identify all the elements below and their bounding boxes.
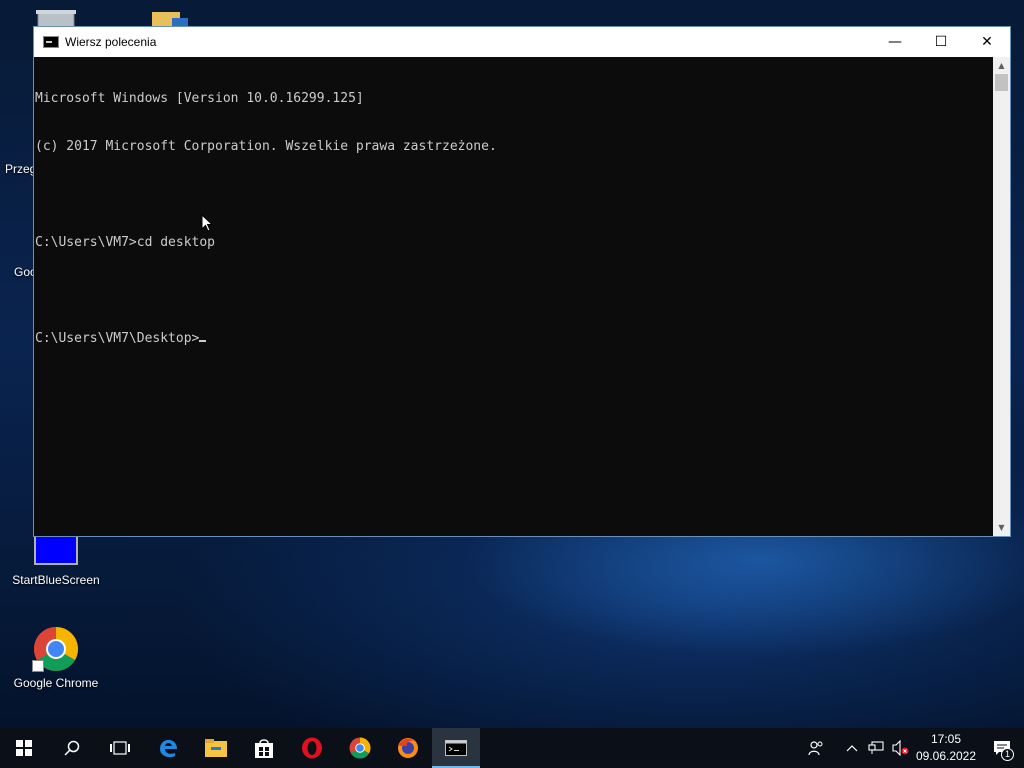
network-icon[interactable]: [864, 728, 888, 768]
chrome-icon: [349, 737, 371, 759]
notification-badge: 1: [1001, 748, 1014, 761]
clock[interactable]: 17:05 09.06.2022: [912, 731, 980, 765]
window-title: Wiersz polecenia: [65, 35, 157, 49]
taskbar-file-explorer[interactable]: [192, 728, 240, 768]
command-prompt-window[interactable]: Wiersz polecenia — ☐ ✕ Microsoft Windows…: [33, 26, 1011, 537]
taskbar: 17:05 09.06.2022 1: [0, 728, 1024, 768]
chevron-up-icon[interactable]: [840, 728, 864, 768]
desktop-icon-label-partial[interactable]: Przeg: [5, 162, 36, 176]
scroll-thumb[interactable]: [995, 74, 1008, 91]
console-line: Microsoft Windows [Version 10.0.16299.12…: [35, 91, 364, 106]
clock-date: 09.06.2022: [915, 749, 977, 763]
text-cursor: [199, 340, 207, 342]
taskbar-chrome[interactable]: [336, 728, 384, 768]
taskbar-store[interactable]: [240, 728, 288, 768]
console-output[interactable]: Microsoft Windows [Version 10.0.16299.12…: [34, 57, 995, 536]
taskbar-opera[interactable]: [288, 728, 336, 768]
command-prompt-icon: [445, 740, 467, 756]
window-controls: — ☐ ✕: [872, 27, 1010, 57]
console-prompt: C:\Users\VM7\Desktop>: [35, 331, 200, 346]
command-prompt-icon: [43, 36, 59, 48]
task-view-button[interactable]: [96, 728, 144, 768]
start-button[interactable]: [0, 728, 48, 768]
maximize-button[interactable]: ☐: [918, 27, 964, 57]
store-icon: [255, 739, 273, 758]
console-line: C:\Users\VM7>cd desktop: [35, 235, 216, 250]
taskbar-firefox[interactable]: [384, 728, 432, 768]
search-button[interactable]: [48, 728, 96, 768]
shortcut-arrow-icon: [32, 660, 44, 672]
firefox-icon: [398, 738, 418, 758]
search-icon: [64, 740, 80, 756]
console-prompt-line[interactable]: C:\Users\VM7\Desktop>: [35, 331, 995, 347]
close-button[interactable]: ✕: [964, 27, 1010, 57]
system-tray: 17:05 09.06.2022 1: [804, 728, 1024, 768]
scroll-down-arrow-icon[interactable]: ▼: [993, 519, 1010, 536]
edge-icon: [160, 739, 177, 758]
shortcut-label: StartBlueScreen: [12, 573, 100, 587]
recycle-bin-icon[interactable]: [36, 8, 76, 29]
action-center-button[interactable]: 1: [980, 728, 1024, 768]
taskbar-edge[interactable]: [144, 728, 192, 768]
startbluescreen-shortcut[interactable]: StartBlueScreen: [10, 535, 102, 587]
scroll-up-arrow-icon[interactable]: ▲: [993, 57, 1010, 74]
windows-logo-icon: [16, 740, 32, 756]
google-chrome-shortcut[interactable]: Google Chrome: [10, 626, 102, 690]
file-explorer-icon: [205, 739, 227, 757]
shortcut-label: Google Chrome: [13, 676, 99, 690]
folder-icon[interactable]: [152, 10, 188, 26]
console-line: (c) 2017 Microsoft Corporation. Wszelkie…: [35, 139, 497, 154]
people-icon[interactable]: [804, 728, 828, 768]
title-bar[interactable]: Wiersz polecenia — ☐ ✕: [34, 27, 1010, 57]
task-view-icon: [110, 741, 130, 755]
vertical-scrollbar[interactable]: ▲ ▼: [993, 57, 1010, 536]
mouse-pointer-icon: [201, 214, 213, 232]
volume-muted-icon[interactable]: [888, 728, 912, 768]
blue-square-icon: [34, 535, 78, 565]
clock-time: 17:05: [930, 732, 962, 746]
opera-icon: [302, 737, 322, 759]
taskbar-command-prompt[interactable]: [432, 728, 480, 768]
minimize-button[interactable]: —: [872, 27, 918, 57]
